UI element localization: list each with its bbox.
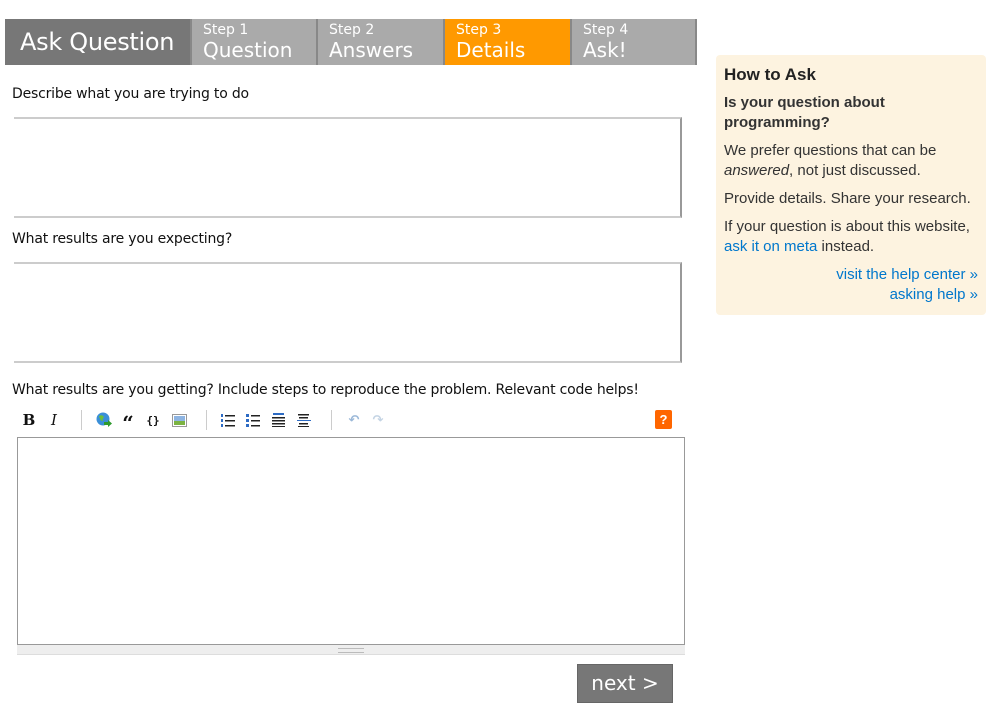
text: If your question is about this website, [724, 218, 970, 235]
text: We prefer questions that can be [724, 142, 937, 159]
tab-step-3-details[interactable]: Step 3 Details [443, 19, 570, 65]
numbered-list-icon [221, 414, 235, 427]
next-button[interactable]: next > [577, 664, 673, 703]
image-icon [171, 413, 187, 427]
bulleted-list-button[interactable] [242, 408, 264, 432]
wizard-tab-bar: Ask Question Step 1 Question Step 2 Answ… [5, 19, 697, 65]
blockquote-button[interactable]: “ [117, 408, 139, 435]
text: instead. [817, 238, 875, 255]
editor-help-button[interactable]: ? [655, 410, 672, 429]
body-editor-textarea[interactable] [17, 437, 685, 645]
sidebar-paragraph-answered: We prefer questions that can be answered… [724, 141, 978, 181]
describe-textarea[interactable] [14, 117, 682, 218]
tab-step-number: Step 2 [329, 22, 375, 38]
tab-step-2-answers[interactable]: Step 2 Answers [316, 19, 443, 65]
italic-button[interactable]: I [43, 408, 65, 432]
heading-button[interactable] [268, 408, 290, 432]
numbered-list-button[interactable] [217, 408, 239, 432]
image-button[interactable] [168, 408, 190, 432]
tab-step-name: Question [203, 38, 293, 62]
editor-toolbar: B I “ {} ↶ ↷ ? [17, 408, 685, 435]
text: , not just discussed. [789, 162, 921, 179]
getting-label: What results are you getting? Include st… [12, 382, 639, 398]
undo-button[interactable]: ↶ [343, 408, 365, 432]
tab-step-number: Step 1 [203, 22, 249, 38]
code-button[interactable]: {} [142, 408, 164, 432]
toolbar-separator [331, 410, 332, 430]
sidebar-links: visit the help center » asking help » [724, 265, 978, 305]
italic-icon: I [51, 411, 57, 429]
expecting-label: What results are you expecting? [12, 231, 233, 247]
code-icon: {} [146, 413, 160, 427]
sidebar-title: How to Ask [724, 65, 816, 84]
toolbar-separator [206, 410, 207, 430]
bulleted-list-icon [246, 414, 260, 427]
redo-icon: ↷ [372, 412, 384, 428]
sidebar-subtitle: Is your question about programming? [724, 94, 885, 131]
toolbar-separator [81, 410, 82, 430]
undo-icon: ↶ [348, 412, 360, 428]
tab-step-name: Ask! [583, 38, 627, 62]
editor-resize-handle[interactable] [17, 645, 685, 655]
sidebar-paragraph-meta: If your question is about this website, … [724, 217, 978, 257]
asking-help-link[interactable]: asking help » [724, 285, 978, 305]
describe-label: Describe what you are trying to do [12, 86, 249, 102]
ask-question-title: Ask Question [5, 19, 190, 65]
link-icon [96, 412, 112, 427]
ask-on-meta-link[interactable]: ask it on meta [724, 238, 817, 255]
bold-button[interactable]: B [18, 408, 40, 432]
help-icon: ? [659, 412, 668, 427]
blockquote-icon: “ [122, 411, 134, 435]
horizontal-rule-icon [297, 414, 311, 427]
tab-step-name: Answers [329, 38, 414, 62]
heading-icon [272, 413, 285, 427]
tab-step-name: Details [456, 38, 526, 62]
tab-step-4-ask[interactable]: Step 4 Ask! [570, 19, 697, 65]
tab-step-1-question[interactable]: Step 1 Question [190, 19, 316, 65]
bold-icon: B [22, 411, 36, 429]
redo-button[interactable]: ↷ [367, 408, 389, 432]
grip-icon [338, 648, 364, 653]
tab-step-number: Step 4 [583, 22, 629, 38]
sidebar-paragraph-details: Provide details. Share your research. [724, 190, 971, 207]
tab-step-number: Step 3 [456, 22, 502, 38]
help-center-link[interactable]: visit the help center » [724, 265, 978, 285]
emphasis: answered [724, 162, 790, 179]
expecting-textarea[interactable] [14, 262, 682, 363]
horizontal-rule-button[interactable] [293, 408, 315, 432]
link-button[interactable] [93, 408, 115, 432]
how-to-ask-sidebar: How to Ask Is your question about progra… [716, 55, 986, 315]
